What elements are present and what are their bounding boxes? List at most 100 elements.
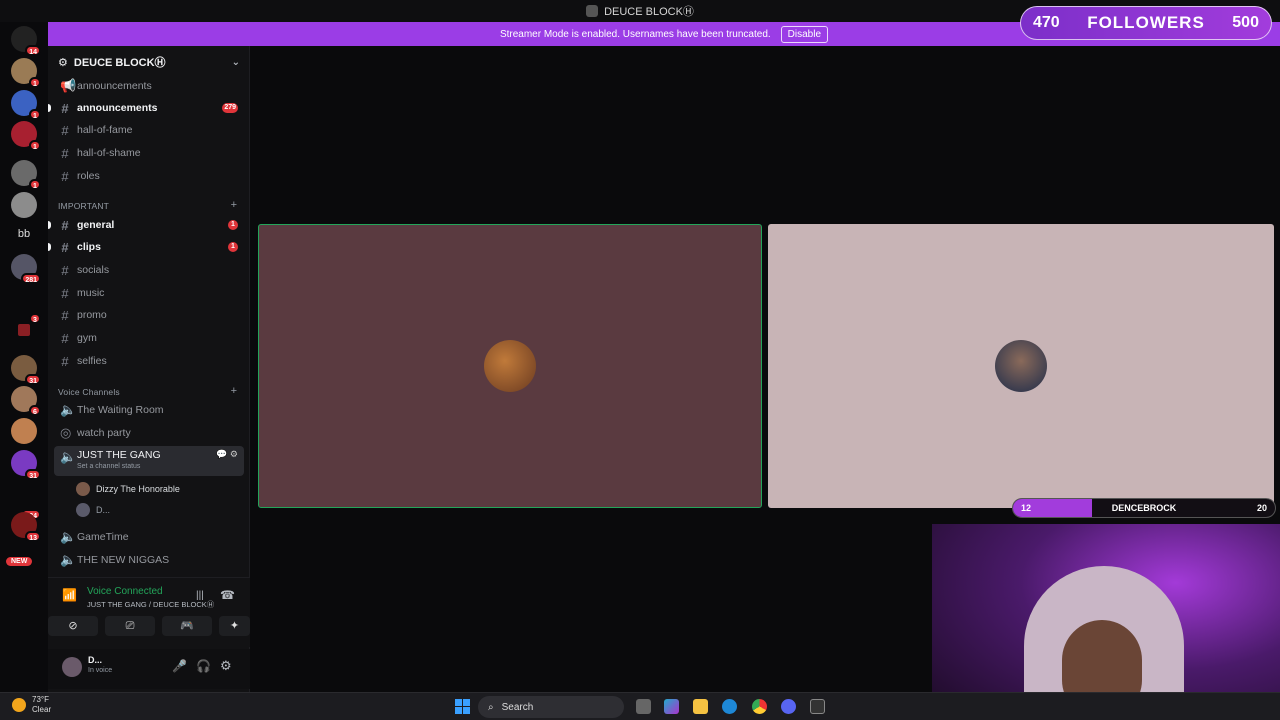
server-icon-text[interactable]: bb	[11, 221, 37, 247]
channel-label: GameTime	[77, 531, 129, 543]
taskbar: 73°F Clear ⌕ Search	[0, 692, 1280, 720]
server-icon-12[interactable]: 31	[11, 450, 41, 480]
voice-channel-new[interactable]: 🔈 THE NEW NIGGAS	[54, 550, 244, 570]
activity-button[interactable]: 🎮	[162, 616, 212, 636]
channel-general[interactable]: # general 1	[48, 215, 244, 235]
member-name: Dizzy The Honorable	[96, 484, 180, 494]
mention-badge: 1	[228, 242, 238, 252]
speaker-icon: 🔈	[60, 449, 77, 464]
window-title: DEUCE BLOCKⒽ	[604, 6, 694, 18]
channel-announcements[interactable]: # announcements 279	[48, 98, 244, 118]
progress-name: DENCEBROCK	[1111, 503, 1177, 513]
channel-label: socials	[77, 264, 110, 276]
webcam-overlay	[932, 524, 1280, 720]
camera-off-button[interactable]: ⊘	[48, 616, 98, 636]
channel-socials[interactable]: # socials	[54, 260, 244, 280]
channel-selfies[interactable]: # selfies	[54, 351, 244, 371]
voice-channel-waiting-room[interactable]: 🔈 The Waiting Room	[54, 400, 244, 420]
avatar	[76, 482, 90, 496]
participant-tile-2[interactable]	[768, 224, 1274, 508]
server-icon-11[interactable]	[11, 418, 37, 444]
voice-connected-panel: 📶 Voice Connected JUST THE GANG / DEUCE …	[48, 577, 250, 647]
channel-status[interactable]: Set a channel status	[77, 463, 161, 470]
server-icon-8[interactable]	[18, 324, 30, 336]
copilot-icon[interactable]	[664, 699, 679, 714]
voice-channel-gametime[interactable]: 🔈 GameTime	[54, 527, 244, 547]
task-view-icon[interactable]	[636, 699, 651, 714]
channel-label: hall-of-fame	[77, 124, 133, 136]
channel-label: selfies	[77, 355, 107, 367]
windows-start-icon[interactable]	[455, 699, 470, 714]
category-voice[interactable]: Voice Channels	[58, 387, 120, 397]
channel-label: promo	[77, 309, 107, 321]
server-icon-6[interactable]: 281	[11, 254, 41, 284]
server-icon-10[interactable]: 6	[11, 386, 41, 416]
disable-button[interactable]: Disable	[780, 25, 829, 43]
channel-label: The Waiting Room	[77, 404, 164, 416]
progress-right-value: 20	[1256, 503, 1267, 513]
server-icon-1[interactable]: 1	[11, 58, 41, 88]
channel-clips[interactable]: # clips 1	[48, 237, 244, 257]
file-explorer-icon[interactable]	[693, 699, 708, 714]
soundboard-button[interactable]: ✦	[219, 616, 250, 636]
channel-actions-icon[interactable]: 💬 ⚙	[216, 449, 238, 460]
server-icon-14[interactable]: 13	[11, 512, 41, 542]
mention-badge: 279	[222, 103, 238, 113]
add-channel-icon[interactable]: +	[231, 199, 237, 211]
user-panel: D... In voice 🎤 🎧 ⚙	[48, 649, 250, 689]
channel-roles[interactable]: # roles	[54, 166, 244, 186]
followers-current: 470	[1033, 14, 1060, 31]
speaker-icon: 🔈	[60, 552, 77, 567]
stage-icon: ◎	[60, 425, 72, 440]
noise-suppression-icon[interactable]: |||	[196, 590, 204, 601]
channel-sidebar: ⚙ DEUCE BLOCKⒽ ⌄ 📢 announcements # annou…	[48, 46, 250, 692]
headphones-icon[interactable]: 🎧	[196, 659, 211, 673]
search-icon: ⌕	[488, 701, 494, 713]
server-icon-5[interactable]	[11, 192, 37, 218]
server-icon-2[interactable]: 1	[11, 90, 41, 120]
unread-indicator	[48, 221, 51, 229]
server-badge-icon: ⚙	[58, 56, 68, 69]
screen-share-button[interactable]: ⎚	[105, 616, 155, 636]
avatar	[995, 340, 1047, 392]
channel-hall-of-shame[interactable]: # hall-of-shame	[54, 143, 244, 163]
server-icon-7[interactable]: 3	[11, 294, 41, 324]
signal-icon[interactable]: 📶	[62, 588, 77, 602]
category-important[interactable]: IMPORTANT	[58, 201, 109, 211]
server-icon-3[interactable]: 1	[11, 121, 41, 151]
chevron-down-icon: ⌄	[231, 56, 240, 68]
hash-icon: #	[61, 217, 69, 233]
avatar[interactable]	[62, 657, 82, 677]
edge-icon[interactable]	[722, 699, 737, 714]
server-icon-9[interactable]: 31	[11, 355, 41, 385]
voice-member[interactable]: Dizzy The Honorable	[76, 480, 180, 498]
voice-status[interactable]: Voice Connected	[87, 586, 163, 597]
channel-gym[interactable]: # gym	[54, 328, 244, 348]
channel-music[interactable]: # music	[54, 283, 244, 303]
voice-member[interactable]: D...	[76, 501, 110, 519]
weather-widget[interactable]: 73°F Clear	[12, 695, 51, 715]
followers-label: FOLLOWERS	[1087, 13, 1205, 32]
unread-indicator	[48, 243, 51, 251]
channel-promo[interactable]: # promo	[54, 305, 244, 325]
voice-channel-watch-party[interactable]: ◎ watch party	[54, 423, 244, 443]
disconnect-icon[interactable]: ☎	[220, 588, 235, 602]
obs-icon[interactable]	[810, 699, 825, 714]
gear-icon[interactable]: ⚙	[220, 658, 232, 674]
chrome-icon[interactable]	[752, 699, 767, 714]
taskbar-search[interactable]: ⌕ Search	[478, 696, 624, 718]
hash-icon: #	[61, 330, 69, 346]
microphone-icon[interactable]: 🎤	[172, 659, 187, 673]
add-voice-channel-icon[interactable]: +	[231, 385, 237, 397]
voice-channel-just-the-gang[interactable]: 🔈 JUST THE GANG Set a channel status 💬 ⚙	[54, 446, 244, 476]
participant-tile-1[interactable]	[258, 224, 762, 508]
channel-hall-of-fame[interactable]: # hall-of-fame	[54, 120, 244, 140]
channel-label: music	[77, 287, 105, 299]
server-header[interactable]: ⚙ DEUCE BLOCKⒽ ⌄	[48, 52, 250, 72]
discord-home-icon[interactable]: 14	[11, 26, 41, 56]
discord-icon[interactable]	[781, 699, 796, 714]
unread-indicator	[48, 104, 51, 112]
progress-overlay: 12 DENCEBROCK 20	[1012, 498, 1276, 518]
server-icon-4[interactable]: 1	[11, 160, 41, 190]
channel-announcements-readonly[interactable]: 📢 announcements	[54, 76, 244, 96]
